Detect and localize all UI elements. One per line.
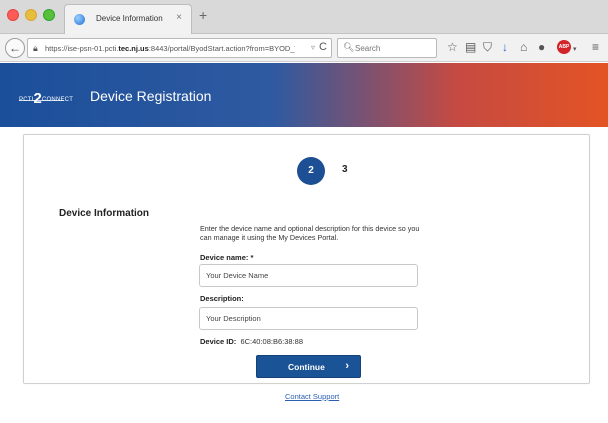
- download-icon[interactable]: ↓: [502, 39, 508, 55]
- chat-icon[interactable]: ●: [538, 39, 545, 55]
- adblock-icon[interactable]: ABP: [557, 40, 571, 54]
- search-icon: 🔍︎: [343, 42, 355, 52]
- browser-tab-bar: Device Information × +: [0, 0, 608, 34]
- tab-title: Device Information: [96, 14, 163, 23]
- lock-icon: 🔒︎: [33, 43, 38, 53]
- zoom-window-button[interactable]: [43, 9, 55, 21]
- reading-list-icon[interactable]: ▤: [465, 39, 476, 55]
- adblock-dropdown-icon[interactable]: ▾: [573, 42, 577, 58]
- intro-text: Enter the device name and optional descr…: [200, 224, 420, 242]
- minimize-window-button[interactable]: [25, 9, 37, 21]
- description-input[interactable]: [199, 307, 418, 330]
- tab-close-icon[interactable]: ×: [176, 12, 182, 23]
- address-bar[interactable]: 🔒︎ https://ise-psn-01.pcti.tec.nj.us:844…: [27, 38, 332, 58]
- search-bar[interactable]: 🔍︎: [337, 38, 437, 58]
- pocket-icon[interactable]: ⛉: [483, 39, 492, 55]
- device-id: Device ID: 6C:40:08:B6:38:88: [200, 337, 304, 346]
- description-label: Description:: [200, 294, 244, 303]
- pcti-connect-logo: PCTI2CONNECT: [19, 80, 73, 107]
- browser-tab[interactable]: Device Information ×: [64, 4, 192, 34]
- menu-icon[interactable]: ≡: [592, 39, 599, 55]
- step-indicator-current: 2: [297, 157, 325, 185]
- url-dropdown-icon[interactable]: ▿: [311, 43, 315, 52]
- star-icon[interactable]: ☆: [447, 39, 458, 55]
- reload-icon[interactable]: C: [319, 41, 327, 53]
- continue-button[interactable]: Continue ›: [256, 355, 361, 378]
- browser-nav-bar: ← 🔒︎ https://ise-psn-01.pcti.tec.nj.us:8…: [0, 34, 608, 62]
- search-input[interactable]: [355, 44, 433, 53]
- close-window-button[interactable]: [7, 9, 19, 21]
- step-indicator-next: 3: [342, 164, 348, 175]
- registration-card: 2 3 Device Information Enter the device …: [23, 134, 590, 384]
- back-button[interactable]: ←: [5, 38, 25, 58]
- globe-icon: [74, 14, 85, 25]
- home-icon[interactable]: ⌂: [520, 39, 527, 55]
- device-id-value: 6C:40:08:B6:38:88: [240, 337, 304, 346]
- page-title: Device Registration: [90, 88, 212, 104]
- chevron-right-icon: ›: [345, 360, 349, 372]
- url-text[interactable]: https://ise-psn-01.pcti.tec.nj.us:8443/p…: [45, 44, 295, 53]
- continue-label: Continue: [288, 362, 325, 372]
- header-banner: PCTI2CONNECT Device Registration: [0, 63, 608, 127]
- new-tab-button[interactable]: +: [199, 7, 207, 23]
- device-name-label: Device name: *: [200, 253, 254, 262]
- device-name-input[interactable]: [199, 264, 418, 287]
- section-heading: Device Information: [59, 208, 150, 219]
- contact-support-link[interactable]: Contact Support: [285, 392, 339, 401]
